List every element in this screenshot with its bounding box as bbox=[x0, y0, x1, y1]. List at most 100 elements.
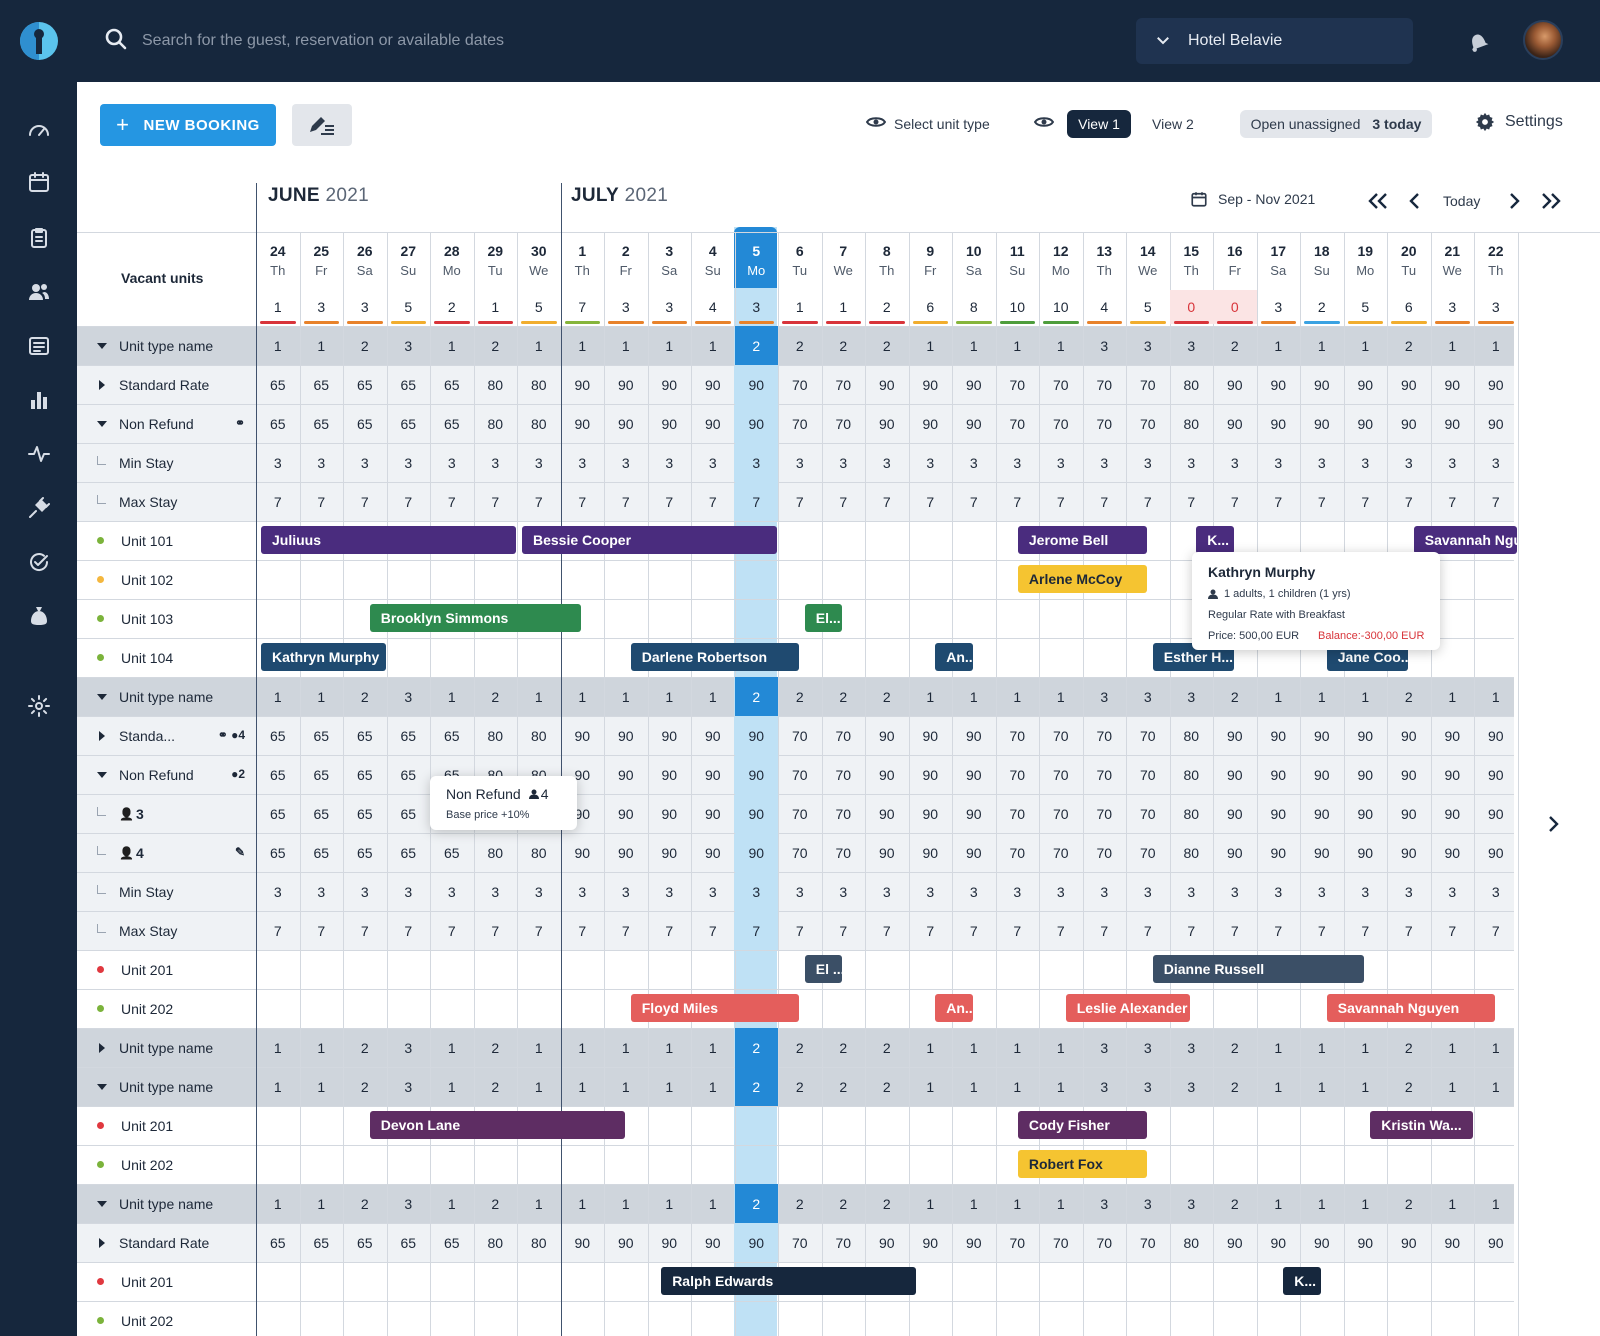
cell-value[interactable]: 90 bbox=[1300, 1223, 1344, 1262]
cell-value[interactable]: 90 bbox=[604, 365, 648, 404]
cell-value[interactable]: 7 bbox=[430, 911, 474, 950]
cell-value[interactable]: 1 bbox=[1039, 1028, 1083, 1067]
cell-value[interactable]: 7 bbox=[1431, 482, 1475, 521]
day-header[interactable]: 8 Th bbox=[865, 243, 909, 278]
cell-value[interactable]: 2 bbox=[1387, 1184, 1431, 1223]
cell-value[interactable]: 3 bbox=[1431, 443, 1475, 482]
cell-value[interactable]: 70 bbox=[1039, 794, 1083, 833]
cell-value[interactable]: 2 bbox=[865, 1184, 909, 1223]
cell-value[interactable]: 90 bbox=[952, 404, 996, 443]
cell-value[interactable]: 7 bbox=[1474, 911, 1518, 950]
day-header[interactable]: 13 Th bbox=[1083, 243, 1127, 278]
cell-value[interactable]: 90 bbox=[561, 404, 605, 443]
cell-value[interactable]: 3 bbox=[865, 443, 909, 482]
cell-value[interactable]: 90 bbox=[734, 833, 778, 872]
cell-value[interactable]: 70 bbox=[1039, 755, 1083, 794]
link-icon[interactable]: ⚭ bbox=[235, 416, 245, 430]
day-header[interactable]: 18 Su bbox=[1300, 243, 1344, 278]
caret-down-icon[interactable] bbox=[97, 693, 107, 700]
row-label[interactable]: Standard Rate bbox=[97, 365, 255, 404]
cell-value[interactable]: 90 bbox=[1344, 404, 1388, 443]
booking-bar[interactable]: Leslie Alexander bbox=[1065, 994, 1191, 1022]
cell-value[interactable]: 3 bbox=[1083, 443, 1127, 482]
day-header[interactable]: 15 Th bbox=[1170, 243, 1214, 278]
cell-value[interactable]: 3 bbox=[256, 443, 300, 482]
caret-down-icon[interactable] bbox=[97, 1200, 107, 1207]
booking-bar[interactable]: Kathryn Murphy bbox=[261, 643, 386, 671]
cell-value[interactable]: 3 bbox=[300, 443, 344, 482]
cell-value[interactable]: 65 bbox=[300, 1223, 344, 1262]
cell-value[interactable]: 3 bbox=[256, 872, 300, 911]
cell-value[interactable]: 70 bbox=[1083, 404, 1127, 443]
day-header[interactable]: 4 Su bbox=[691, 243, 735, 278]
cell-value[interactable]: 90 bbox=[1300, 716, 1344, 755]
cell-value[interactable]: 1 bbox=[604, 677, 648, 716]
cell-value[interactable]: 2 bbox=[822, 1028, 866, 1067]
cell-value[interactable]: 90 bbox=[952, 794, 996, 833]
cell-value[interactable]: 1 bbox=[996, 1067, 1040, 1106]
cell-value[interactable]: 7 bbox=[909, 482, 953, 521]
cell-value[interactable]: 7 bbox=[561, 482, 605, 521]
booking-bar[interactable]: Kristin Wa... bbox=[1370, 1111, 1473, 1139]
booking-bar[interactable]: Juliuus bbox=[261, 526, 516, 554]
cell-value[interactable]: 65 bbox=[430, 365, 474, 404]
cell-value[interactable]: 1 bbox=[300, 1028, 344, 1067]
day-header[interactable]: 16 Fr bbox=[1213, 243, 1257, 278]
cell-value[interactable]: 1 bbox=[1300, 677, 1344, 716]
cell-value[interactable]: 65 bbox=[387, 833, 431, 872]
cell-value[interactable]: 90 bbox=[909, 365, 953, 404]
cell-value[interactable]: 65 bbox=[256, 716, 300, 755]
cell-value[interactable]: 3 bbox=[1083, 677, 1127, 716]
cell-value[interactable]: 90 bbox=[648, 1223, 692, 1262]
booking-bar[interactable]: Devon Lane bbox=[369, 1111, 625, 1139]
cell-value[interactable]: 7 bbox=[1474, 482, 1518, 521]
dashboard-icon[interactable] bbox=[23, 114, 55, 146]
cell-value[interactable]: 1 bbox=[604, 1067, 648, 1106]
cell-value[interactable]: 90 bbox=[604, 833, 648, 872]
cell-value[interactable]: 80 bbox=[517, 1223, 561, 1262]
cell-value[interactable]: 90 bbox=[1213, 833, 1257, 872]
day-header[interactable]: 26 Sa bbox=[343, 243, 387, 278]
cell-value[interactable]: 90 bbox=[1387, 794, 1431, 833]
cell-value[interactable]: 3 bbox=[1126, 872, 1170, 911]
cell-value[interactable]: 7 bbox=[1431, 911, 1475, 950]
cell-value[interactable]: 1 bbox=[561, 326, 605, 365]
cell-value[interactable]: 7 bbox=[387, 911, 431, 950]
cell-value[interactable]: 65 bbox=[343, 794, 387, 833]
cell-value[interactable]: 70 bbox=[1083, 755, 1127, 794]
booking-bar[interactable]: Savannah Ngu bbox=[1413, 526, 1517, 554]
cell-value[interactable]: 2 bbox=[822, 1184, 866, 1223]
cell-value[interactable]: 7 bbox=[1300, 911, 1344, 950]
jump-forward-button[interactable] bbox=[1540, 188, 1562, 214]
cell-value[interactable]: 3 bbox=[1387, 872, 1431, 911]
cell-value[interactable]: 2 bbox=[778, 1184, 822, 1223]
cell-value[interactable]: 3 bbox=[1474, 443, 1518, 482]
cell-value[interactable]: 80 bbox=[474, 404, 518, 443]
cell-value[interactable]: 80 bbox=[1170, 404, 1214, 443]
caret-down-icon[interactable] bbox=[97, 771, 107, 778]
cell-value[interactable]: 80 bbox=[474, 716, 518, 755]
user-avatar[interactable] bbox=[1523, 20, 1563, 60]
day-header[interactable]: 3 Sa bbox=[648, 243, 692, 278]
cell-value[interactable]: 2 bbox=[1213, 1028, 1257, 1067]
cell-value[interactable]: 90 bbox=[909, 833, 953, 872]
cell-value[interactable]: 3 bbox=[1083, 1028, 1127, 1067]
cell-value[interactable]: 90 bbox=[1474, 755, 1518, 794]
cell-value[interactable]: 3 bbox=[1126, 326, 1170, 365]
pencil-icon[interactable]: ✎ bbox=[235, 845, 245, 859]
cell-value[interactable]: 70 bbox=[822, 833, 866, 872]
cell-value[interactable]: 1 bbox=[430, 677, 474, 716]
row-label[interactable]: Unit 102 bbox=[97, 560, 255, 599]
cell-value[interactable]: 2 bbox=[778, 1067, 822, 1106]
cell-value[interactable]: 2 bbox=[474, 677, 518, 716]
cell-value[interactable]: 3 bbox=[1300, 443, 1344, 482]
view-1-tab[interactable]: View 1 bbox=[1067, 110, 1131, 138]
cell-value[interactable]: 80 bbox=[1170, 365, 1214, 404]
cell-value[interactable]: 1 bbox=[300, 1067, 344, 1106]
cell-value[interactable]: 90 bbox=[1257, 365, 1301, 404]
cell-value[interactable]: 90 bbox=[648, 833, 692, 872]
cell-value[interactable]: 90 bbox=[909, 404, 953, 443]
cell-value[interactable]: 2 bbox=[822, 1067, 866, 1106]
cell-value[interactable]: 1 bbox=[1039, 1067, 1083, 1106]
cell-value[interactable]: 1 bbox=[909, 677, 953, 716]
